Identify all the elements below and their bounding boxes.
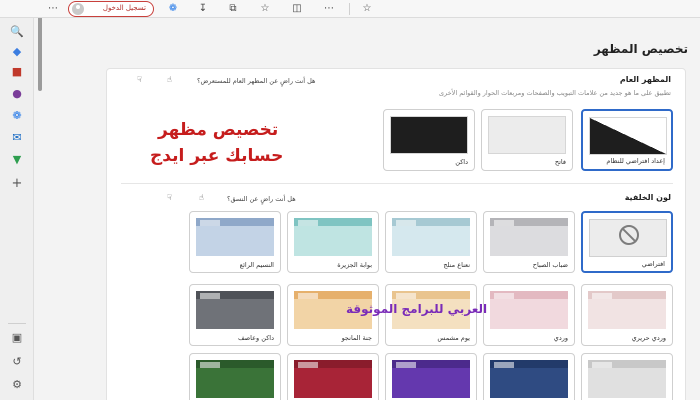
browser-toolbar: ⋯ تسجيل الدخول ❁ ↧ ⧉ ☆ ◫ ⋯ ☆	[0, 0, 700, 18]
more-icon[interactable]: ⋯	[46, 2, 60, 16]
thumbs-down-icon[interactable]: ☟	[167, 193, 172, 202]
split-screen-icon[interactable]: ◫	[290, 2, 304, 16]
search-icon[interactable]: 🔍	[9, 24, 25, 40]
thumbs-up-icon[interactable]: ☝	[167, 75, 172, 84]
color-theme-preview	[294, 360, 372, 398]
history-icon[interactable]: ↺	[9, 354, 25, 370]
people-icon[interactable]: ●	[9, 86, 25, 102]
color-theme-tile[interactable]: وردي حريري	[581, 284, 673, 346]
thumbs-down-icon[interactable]: ☟	[137, 75, 142, 84]
add-icon[interactable]: +	[9, 176, 25, 192]
appearance-feedback-text: هل أنت راضٍ عن المظهر العام للمستعرض؟	[197, 77, 316, 85]
color-theme-preview	[588, 291, 666, 329]
color-theme-tile[interactable]: وردي	[483, 284, 575, 346]
color-theme-tile[interactable]	[581, 353, 673, 400]
color-theme-tile[interactable]: ضباب الصباح	[483, 211, 575, 273]
color-theme-label: داكن وعاصف	[237, 334, 274, 342]
copilot-icon[interactable]: ❁	[9, 108, 25, 124]
theme-label: فاتح	[554, 158, 566, 166]
color-theme-label: جنة المانجو	[341, 334, 372, 342]
star-icon[interactable]: ☆	[360, 2, 374, 16]
color-theme-tile[interactable]	[385, 353, 477, 400]
appearance-card: المظهر العام تطبيق على ما هو جديد من علا…	[106, 68, 686, 400]
overlay-caption-line1: تخصيص مظهر	[158, 120, 279, 140]
tools-icon[interactable]: ■	[9, 64, 25, 80]
toolbar-divider	[349, 3, 350, 15]
theme-preview	[488, 116, 566, 154]
theme-preview	[390, 116, 468, 154]
color-theme-tile[interactable]	[189, 353, 281, 400]
theme-tile-system[interactable]: إعداد افتراضي للنظام	[581, 109, 673, 171]
more-icon[interactable]: ⋯	[322, 2, 336, 16]
color-theme-label: ضباب الصباح	[532, 261, 568, 269]
color-theme-tile[interactable]	[287, 353, 379, 400]
color-theme-preview	[490, 360, 568, 398]
signin-label: تسجيل الدخول	[102, 4, 146, 12]
color-theme-preview	[490, 291, 568, 329]
color-theme-label: وردي حريري	[631, 334, 666, 342]
theme-tile-light[interactable]: فاتح	[481, 109, 573, 171]
tag-icon[interactable]: ◆	[9, 44, 25, 60]
color-theme-label: بوابة الجزيرة	[337, 261, 372, 269]
thumbs-up-icon[interactable]: ☝	[199, 193, 204, 202]
no-symbol-icon	[619, 225, 639, 245]
color-theme-preview	[589, 219, 667, 257]
appearance-section-title: المظهر العام	[619, 75, 671, 84]
color-theme-tile[interactable]	[483, 353, 575, 400]
color-theme-preview	[392, 360, 470, 398]
page-title: تخصيص المظهر	[593, 42, 688, 56]
theme-label: داكن	[455, 158, 468, 166]
theme-tile-dark[interactable]: داكن	[383, 109, 475, 171]
appearance-section-subtitle: تطبيق على ما هو جديد من علامات التبويب و…	[438, 89, 671, 97]
signin-button[interactable]: تسجيل الدخول	[68, 1, 154, 17]
color-theme-tile[interactable]: النسيم الرائع	[189, 211, 281, 273]
color-theme-preview	[588, 360, 666, 398]
edge-sidebar: b 🔍 ◆ ■ ● ❁ ✉ ▼ + ▣ ↺ ⚙	[0, 0, 34, 400]
color-theme-tile[interactable]: داكن وعاصف	[189, 284, 281, 346]
color-theme-tile[interactable]: نعناع منلج	[385, 211, 477, 273]
outlook-icon[interactable]: ✉	[9, 130, 25, 146]
color-theme-preview	[196, 218, 274, 256]
sidebar-separator	[8, 323, 26, 324]
download-icon[interactable]: ↧	[196, 2, 210, 16]
colors-section-title: لون الخلفية	[624, 193, 671, 202]
copilot-icon[interactable]: ❁	[166, 2, 180, 16]
color-theme-preview	[294, 218, 372, 256]
overlay-caption-line2: حسابك عبر ايدج	[150, 146, 284, 166]
sidebar-layout-icon[interactable]: ▣	[9, 330, 25, 346]
collections-icon[interactable]: ⧉	[226, 2, 240, 16]
color-theme-tile[interactable]: بوابة الجزيرة	[287, 211, 379, 273]
color-theme-preview	[196, 360, 274, 398]
avatar	[72, 3, 84, 15]
color-theme-label: وردي	[553, 334, 568, 342]
settings-icon[interactable]: ⚙	[9, 377, 25, 393]
color-theme-label: النسيم الرائع	[239, 261, 274, 269]
color-theme-label: يوم مشمس	[437, 334, 470, 342]
color-theme-preview	[392, 218, 470, 256]
color-theme-preview	[196, 291, 274, 329]
theme-preview	[589, 117, 667, 155]
shopping-icon[interactable]: ▼	[9, 152, 25, 168]
colors-feedback-text: هل أنت راضٍ عن النسق؟	[227, 195, 296, 203]
color-theme-preview	[490, 218, 568, 256]
overlay-watermark: العربي للبرامج الموثوقة	[346, 302, 488, 316]
settings-main: تخصيص المظهر المظهر العام تطبيق على ما ه…	[46, 18, 700, 400]
favorites-icon[interactable]: ☆	[258, 2, 272, 16]
browser-window: b 🔍 ◆ ■ ● ❁ ✉ ▼ + ▣ ↺ ⚙ ⋯ تسجيل الدخول ❁…	[0, 0, 700, 400]
section-divider	[121, 183, 673, 184]
color-theme-label: افتراضي	[641, 260, 665, 268]
color-theme-label: نعناع منلج	[443, 261, 470, 269]
color-theme-tile[interactable]: افتراضي	[581, 211, 673, 273]
theme-label: إعداد افتراضي للنظام	[606, 157, 665, 165]
